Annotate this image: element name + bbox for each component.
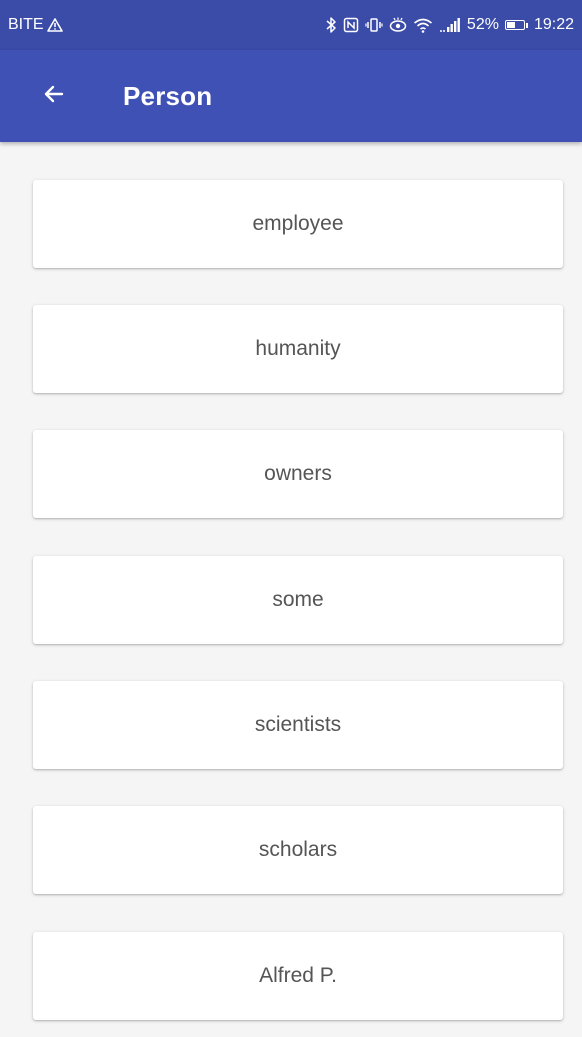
arrow-back-icon	[42, 82, 66, 111]
back-button[interactable]	[30, 72, 78, 120]
list-item[interactable]: humanity	[33, 305, 563, 393]
list-item-label: humanity	[255, 337, 341, 360]
battery-icon	[504, 20, 528, 30]
status-bar: BITE 52% 19:22	[0, 0, 582, 50]
battery-body	[504, 20, 525, 30]
battery-percent: 52%	[466, 16, 499, 33]
list-item[interactable]: scholars	[33, 806, 563, 894]
list-item-label: some	[272, 588, 324, 611]
status-left: BITE	[8, 16, 63, 34]
list-item-label: scholars	[258, 838, 338, 861]
list-item-label: Alfred P.	[259, 964, 337, 987]
list-item[interactable]: employee	[33, 180, 563, 268]
list-item-label: owners	[264, 462, 332, 485]
list-item[interactable]: Alfred P.	[33, 932, 563, 1020]
eye-comfort-icon	[389, 16, 407, 34]
list-item-label: employee	[252, 212, 344, 235]
nfc-icon	[343, 16, 359, 34]
app-bar: Person	[0, 50, 582, 142]
wifi-icon	[413, 16, 433, 34]
list-item[interactable]: scientists	[33, 681, 563, 769]
vibrate-icon	[365, 16, 383, 34]
carrier-name: BITE	[8, 16, 44, 33]
list-item-label: scientists	[254, 713, 342, 736]
signal-icon	[439, 16, 461, 34]
battery-level-fill	[506, 22, 515, 28]
list-item[interactable]: owners	[33, 430, 563, 518]
battery-tip	[525, 22, 528, 28]
warning-icon	[46, 16, 63, 34]
status-time: 19:22	[533, 16, 574, 33]
bluetooth-icon	[325, 16, 337, 34]
status-right: 52% 19:22	[325, 16, 574, 34]
list-item[interactable]: some	[33, 556, 563, 644]
page-title: Person	[123, 80, 213, 111]
